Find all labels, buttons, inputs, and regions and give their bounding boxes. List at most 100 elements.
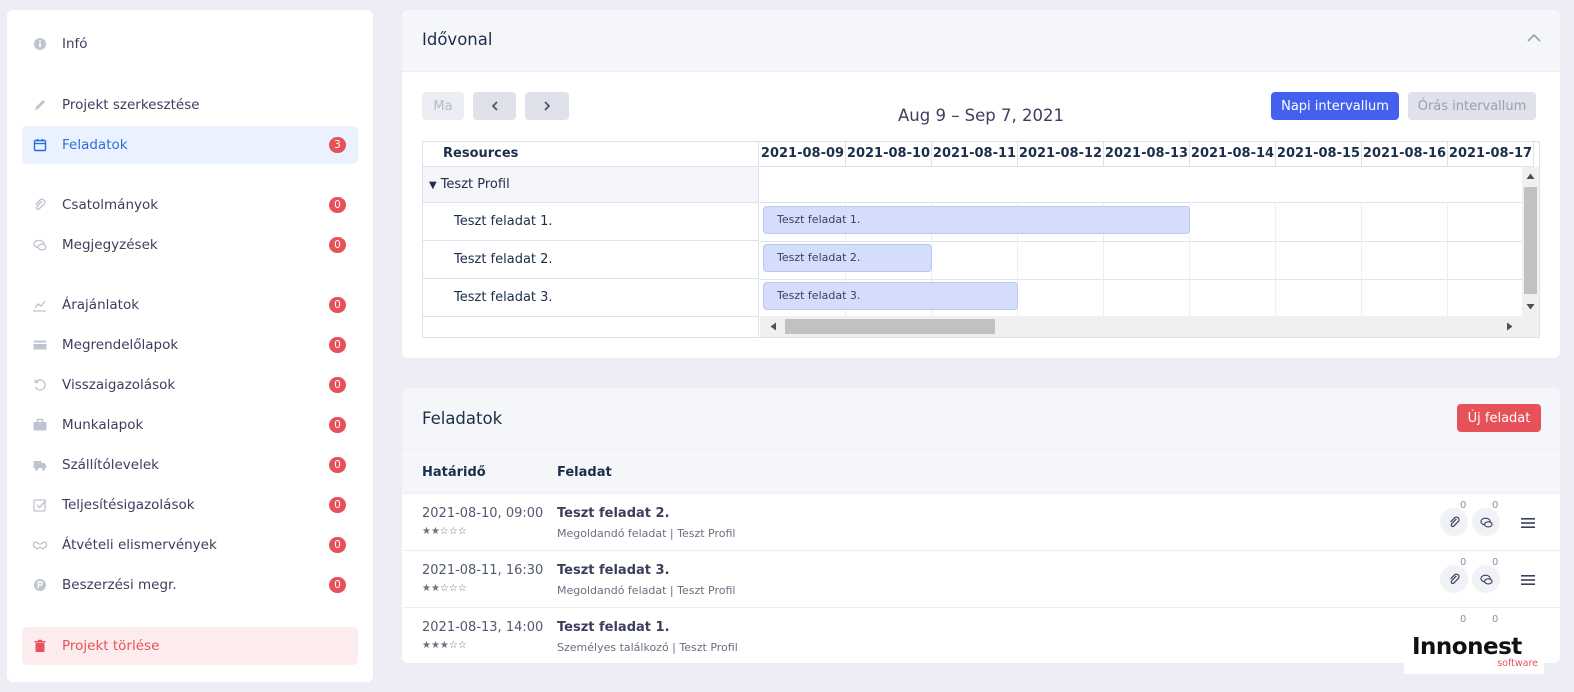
sidebar-item-comments[interactable]: Megjegyzések 0 <box>22 226 358 264</box>
sidebar-item-completion-certs[interactable]: Teljesítésigazolások 0 <box>22 486 358 524</box>
chat-icon <box>1479 574 1493 585</box>
sidebar-item-label: Projekt törlése <box>62 638 160 654</box>
sidebar-item-label: Projekt szerkesztése <box>62 97 200 113</box>
day-column-line <box>1275 203 1276 317</box>
task-title[interactable]: Teszt feladat 2. <box>557 506 670 521</box>
sidebar-item-label: Munkalapok <box>62 417 144 433</box>
count-badge: 0 <box>329 537 346 553</box>
horizontal-scroll-thumb[interactable] <box>785 319 995 334</box>
task-subtitle: Személyes találkozó | Teszt Profil <box>557 641 738 654</box>
sidebar-item-orders[interactable]: Megrendelőlapok 0 <box>22 326 358 364</box>
sidebar-item-quotes[interactable]: Árajánlatok 0 <box>22 286 358 324</box>
vertical-scrollbar[interactable] <box>1522 167 1539 316</box>
truck-icon <box>33 458 47 472</box>
count-badge: 0 <box>329 497 346 513</box>
hamburger-menu-icon[interactable] <box>1521 517 1535 529</box>
expand-triangle-icon[interactable]: ▼ <box>429 180 437 191</box>
day-header: 2021-08-17 <box>1448 142 1534 167</box>
day-header: 2021-08-12 <box>1018 142 1104 167</box>
timeline-card-header: Idővonal <box>402 10 1560 72</box>
today-button[interactable]: Ma <box>422 92 464 120</box>
task-row[interactable]: 2021-08-10, 09:00 ★★☆☆☆ Teszt feladat 2.… <box>402 493 1560 550</box>
timeline-days-area: 2021-08-09 2021-08-10 2021-08-11 2021-08-12… <box>760 142 1539 337</box>
comments-button[interactable] <box>1472 565 1500 593</box>
priority-stars: ★★☆☆☆ <box>422 526 467 537</box>
vertical-scroll-thumb[interactable] <box>1524 187 1537 294</box>
count-badge: 0 <box>329 457 346 473</box>
chevron-up-icon[interactable] <box>1526 32 1542 44</box>
chat-icon <box>33 238 47 252</box>
count-badge: 0 <box>329 297 346 313</box>
day-header: 2021-08-13 <box>1104 142 1190 167</box>
innonest-logo: Innonest software <box>1404 634 1544 674</box>
sidebar-item-edit-project[interactable]: Projekt szerkesztése <box>22 86 358 124</box>
paperclip-icon <box>33 198 47 212</box>
task-subtitle: Megoldandó feladat | Teszt Profil <box>557 527 736 540</box>
hamburger-menu-icon[interactable] <box>1521 574 1535 586</box>
check-square-icon <box>33 498 47 512</box>
sidebar-item-label: Csatolmányok <box>62 197 159 213</box>
tasks-card-header: Feladatok Új feladat <box>402 388 1560 450</box>
task-row[interactable]: 2021-08-13, 14:00 ★★★☆☆ Teszt feladat 1.… <box>402 607 1560 663</box>
chat-icon <box>1479 517 1493 528</box>
handshake-icon <box>33 538 47 552</box>
sidebar-item-delete-project[interactable]: Projekt törlése <box>22 627 358 665</box>
sidebar-item-worksheets[interactable]: Munkalapok 0 <box>22 406 358 444</box>
sidebar-item-tasks[interactable]: Feladatok 3 <box>22 126 358 164</box>
sidebar-item-confirmations[interactable]: Visszaigazolások 0 <box>22 366 358 404</box>
attachments-button[interactable] <box>1440 508 1468 536</box>
briefcase-icon <box>33 418 47 432</box>
sidebar-item-label: Átvételi elismervények <box>62 537 217 553</box>
resource-row: Teszt feladat 1. <box>423 203 758 241</box>
group-lane <box>760 167 1539 203</box>
attachments-button[interactable] <box>1440 565 1468 593</box>
paperclip-icon <box>1449 516 1460 527</box>
logo-subtitle: software <box>1497 658 1538 669</box>
card-icon <box>33 338 47 352</box>
comment-count: 0 <box>1492 614 1499 625</box>
timeline-event[interactable]: Teszt feladat 1. <box>763 206 1190 234</box>
timeline-event[interactable]: Teszt feladat 2. <box>763 244 932 272</box>
day-column-line <box>1361 203 1362 317</box>
sidebar-item-label: Feladatok <box>62 137 128 153</box>
sidebar-item-label: Visszaigazolások <box>62 377 176 393</box>
task-title[interactable]: Teszt feladat 1. <box>557 620 670 635</box>
sidebar: Infó Projekt szerkesztése Feladatok 3 Cs… <box>7 10 373 682</box>
sidebar-item-info[interactable]: Infó <box>22 25 358 63</box>
comments-button[interactable] <box>1472 508 1500 536</box>
day-header: 2021-08-11 <box>932 142 1018 167</box>
priority-stars: ★★★☆☆ <box>422 640 467 651</box>
daily-interval-button[interactable]: Napi intervallum <box>1271 92 1399 120</box>
sidebar-item-delivery-notes[interactable]: Szállítólevelek 0 <box>22 446 358 484</box>
sidebar-item-label: Megjegyzések <box>62 237 158 253</box>
task-title[interactable]: Teszt feladat 3. <box>557 563 670 578</box>
sidebar-item-label: Infó <box>62 36 88 52</box>
scroll-down-arrow-icon[interactable] <box>1526 303 1535 310</box>
hourly-interval-button[interactable]: Órás intervallum <box>1408 92 1536 120</box>
scroll-left-arrow-icon[interactable] <box>770 322 777 331</box>
info-icon <box>33 37 47 51</box>
sidebar-item-purchase-orders[interactable]: Beszerzési megr. 0 <box>22 566 358 604</box>
day-column-line <box>1447 203 1448 317</box>
column-header-deadline: Határidő <box>422 465 486 480</box>
sidebar-item-label: Megrendelőlapok <box>62 337 179 353</box>
paperclip-icon <box>1449 573 1460 584</box>
tasks-card: Feladatok Új feladat Határidő Feladat 20… <box>402 388 1560 663</box>
resource-group-row[interactable]: ▼ Teszt Profil <box>423 167 758 203</box>
horizontal-scrollbar[interactable] <box>760 316 1539 337</box>
new-task-button[interactable]: Új feladat <box>1457 404 1541 432</box>
resource-row: Teszt feladat 2. <box>423 241 758 279</box>
sidebar-item-receipts[interactable]: Átvételi elismervények 0 <box>22 526 358 564</box>
next-button[interactable] <box>525 92 569 120</box>
timeline-event[interactable]: Teszt feladat 3. <box>763 282 1018 310</box>
scroll-right-arrow-icon[interactable] <box>1506 322 1513 331</box>
trash-icon <box>33 639 47 653</box>
pencil-icon <box>33 98 47 112</box>
sidebar-item-attachments[interactable]: Csatolmányok 0 <box>22 186 358 224</box>
task-row[interactable]: 2021-08-11, 16:30 ★★☆☆☆ Teszt feladat 3.… <box>402 550 1560 607</box>
prev-button[interactable] <box>473 92 516 120</box>
task-subtitle: Megoldandó feladat | Teszt Profil <box>557 584 736 597</box>
task-deadline: 2021-08-13, 14:00 <box>422 620 544 635</box>
tasks-title: Feladatok <box>422 409 503 428</box>
scroll-up-arrow-icon[interactable] <box>1526 173 1535 180</box>
